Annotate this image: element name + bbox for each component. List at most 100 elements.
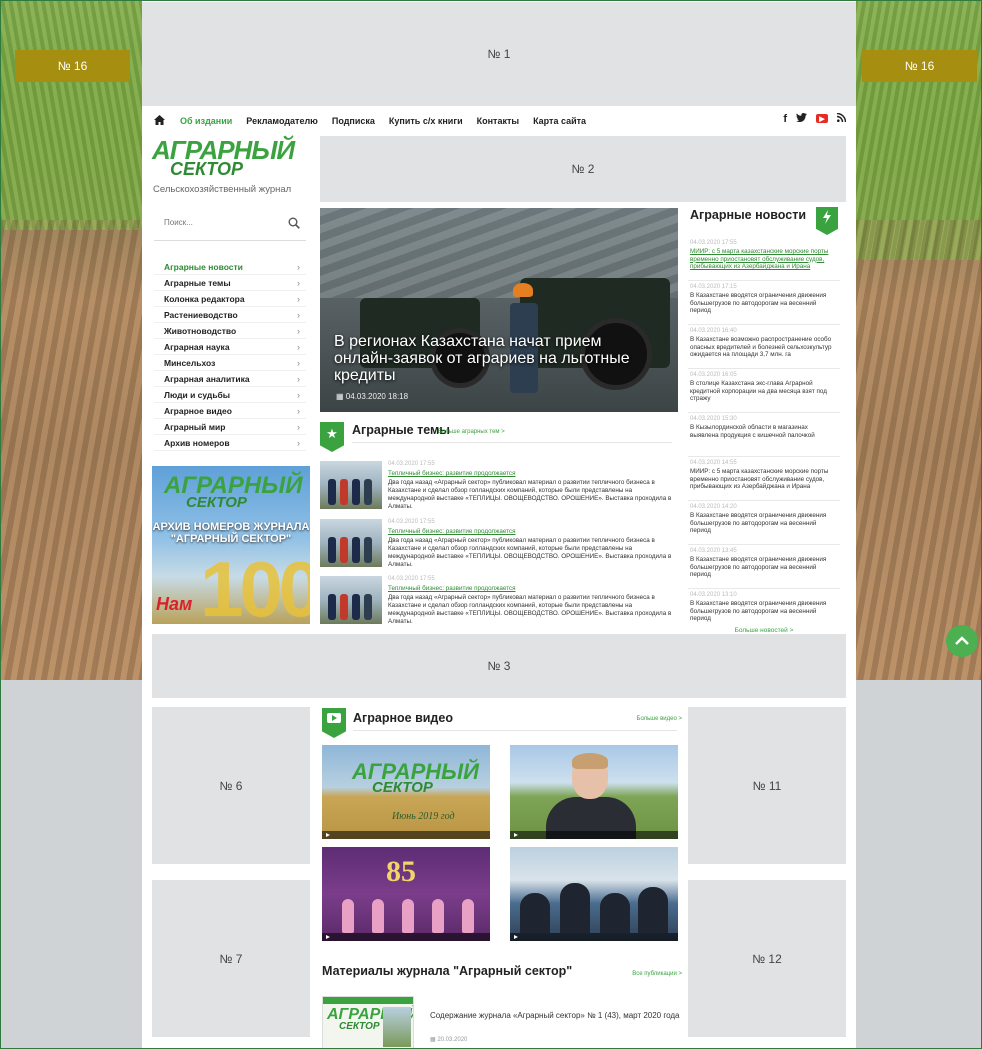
theme-thumbnail[interactable] bbox=[320, 519, 382, 567]
video-thumbnail[interactable]: 85 bbox=[322, 847, 490, 941]
star-icon: ★ bbox=[320, 422, 344, 452]
theme-title[interactable]: Тепличный бизнес: развитие продолжается bbox=[388, 528, 516, 535]
theme-item[interactable]: 04.03.2020 17:55 Тепличный бизнес: разви… bbox=[320, 461, 680, 511]
news-date: 04.03.2020 14:55 bbox=[690, 460, 737, 466]
theme-item[interactable]: 04.03.2020 17:55 Тепличный бизнес: разви… bbox=[320, 576, 680, 626]
video-controls[interactable] bbox=[322, 831, 490, 839]
theme-item[interactable]: 04.03.2020 17:55 Тепличный бизнес: разви… bbox=[320, 519, 680, 569]
side-ad-right[interactable]: № 16 bbox=[862, 50, 977, 82]
video-play-icon bbox=[322, 708, 346, 738]
video-more-link[interactable]: Больше видео > bbox=[637, 716, 682, 722]
video-thumbnail[interactable] bbox=[510, 847, 678, 941]
hero-title[interactable]: В регионах Казахстана начат прием онлайн… bbox=[334, 333, 664, 384]
themes-title[interactable]: Аграрные темы bbox=[352, 423, 450, 437]
materials-more-link[interactable]: Все публикации > bbox=[632, 971, 682, 977]
video-number: 85 bbox=[386, 855, 416, 888]
video-controls[interactable] bbox=[322, 933, 490, 941]
sidebar-item-world[interactable]: Аграрный мир › bbox=[154, 419, 306, 435]
news-item[interactable]: 04.03.2020 14:20 В Казахстане вводятся ог… bbox=[688, 501, 840, 545]
news-item[interactable]: 04.03.2020 14:55 МИИР: с 5 марта казахста… bbox=[688, 457, 840, 501]
scroll-to-top-button[interactable] bbox=[946, 625, 978, 657]
search-input[interactable] bbox=[164, 218, 284, 227]
ad-left-1[interactable]: № 6 bbox=[152, 707, 310, 864]
sidebar-item-archive[interactable]: Архив номеров › bbox=[154, 435, 306, 451]
video-thumbnail[interactable]: АГРАРНЫЙ СЕКТОР Июнь 2019 год bbox=[322, 745, 490, 839]
sidebar-item-agrarian-news[interactable]: Аграрные новости › bbox=[154, 259, 306, 275]
video-person bbox=[560, 883, 590, 933]
calendar-icon: ▦ bbox=[336, 392, 344, 401]
sidebar-item-agrarian-themes[interactable]: Аграрные темы › bbox=[154, 275, 306, 291]
nav-buy-books[interactable]: Купить с/х книги bbox=[389, 116, 463, 126]
sidebar-item-livestock[interactable]: Животноводство › bbox=[154, 323, 306, 339]
news-text[interactable]: МИИР: с 5 марта казахстанские морские по… bbox=[690, 248, 838, 271]
nav-advertisers[interactable]: Рекламодателю bbox=[246, 116, 318, 126]
home-icon[interactable] bbox=[154, 114, 166, 128]
twitter-icon[interactable] bbox=[796, 113, 807, 125]
news-item[interactable]: 04.03.2020 15:30 В Кызылординской области… bbox=[688, 413, 840, 457]
news-text[interactable]: В Казахстане вводятся ограничения движен… bbox=[690, 292, 838, 315]
hero-date: ▦ 04.03.2020 18:18 bbox=[336, 392, 408, 401]
theme-thumbnail[interactable] bbox=[320, 576, 382, 624]
sidebar-item-video[interactable]: Аграрное видео › bbox=[154, 403, 306, 419]
theme-thumbnail[interactable] bbox=[320, 461, 382, 509]
news-text[interactable]: МИИР: с 5 марта казахстанские морские по… bbox=[690, 468, 838, 491]
sidebar-item-ministry[interactable]: Минсельхоз › bbox=[154, 355, 306, 371]
magazine-cover-bar bbox=[323, 997, 413, 1004]
news-item[interactable]: 04.03.2020 16:05 В столице Казахстана экс… bbox=[688, 369, 840, 413]
news-text[interactable]: В Казахстане вводятся ограничения движен… bbox=[690, 512, 838, 535]
ad-left-2[interactable]: № 7 bbox=[152, 880, 310, 1037]
archive-banner-text: АРХИВ НОМЕРОВ ЖУРНАЛА "АГРАРНЫЙ СЕКТОР" bbox=[152, 521, 310, 545]
chevron-right-icon: › bbox=[297, 325, 300, 336]
news-item[interactable]: 04.03.2020 17:15 В Казахстане вводятся ог… bbox=[688, 281, 840, 325]
background-grass-left bbox=[0, 0, 160, 230]
theme-title[interactable]: Тепличный бизнес: развитие продолжается bbox=[388, 585, 516, 592]
ad-top[interactable]: № 1 bbox=[142, 2, 856, 106]
news-title[interactable]: Аграрные новости bbox=[690, 208, 806, 222]
news-text[interactable]: В Кызылординской области в магазинах выя… bbox=[690, 424, 838, 439]
sidebar-item-label: Аграрная аналитика bbox=[164, 373, 250, 384]
archive-banner-nam: Нам bbox=[156, 594, 193, 614]
news-text[interactable]: В столице Казахстана экс-глава Аграрной … bbox=[690, 380, 838, 403]
sidebar-item-label: Минсельхоз bbox=[164, 357, 216, 368]
news-text[interactable]: В Казахстане вводятся ограничения движен… bbox=[690, 600, 838, 623]
sidebar-item-editor-column[interactable]: Колонка редактора › bbox=[154, 291, 306, 307]
ad-right-2[interactable]: № 12 bbox=[688, 880, 846, 1037]
sidebar-item-agrarian-science[interactable]: Аграрная наука › bbox=[154, 339, 306, 355]
news-item[interactable]: 04.03.2020 17:55 МИИР: с 5 марта казахста… bbox=[688, 237, 840, 281]
sidebar-item-analytics[interactable]: Аграрная аналитика › bbox=[154, 371, 306, 387]
nav-about[interactable]: Об издании bbox=[180, 116, 232, 126]
chevron-right-icon: › bbox=[297, 293, 300, 304]
rss-icon[interactable] bbox=[836, 112, 847, 125]
video-controls[interactable] bbox=[510, 933, 678, 941]
theme-title[interactable]: Тепличный бизнес: развитие продолжается bbox=[388, 470, 516, 477]
magazine-cover[interactable]: АГРАРНЫЙ СЕКТОР bbox=[322, 996, 414, 1049]
nav-subscription[interactable]: Подписка bbox=[332, 116, 375, 126]
archive-banner[interactable]: АГРАРНЫЙ СЕКТОР АРХИВ НОМЕРОВ ЖУРНАЛА "А… bbox=[152, 466, 310, 624]
sidebar-item-label: Аграрный мир bbox=[164, 421, 226, 432]
ad-middle[interactable]: № 3 bbox=[152, 634, 846, 698]
video-title[interactable]: Аграрное видео bbox=[353, 711, 453, 725]
youtube-icon[interactable]: ▶ bbox=[816, 114, 828, 123]
news-item[interactable]: 04.03.2020 16:40 В Казахстане возможно ра… bbox=[688, 325, 840, 369]
news-text[interactable]: В Казахстане вводятся ограничения движен… bbox=[690, 556, 838, 579]
ad-header[interactable]: № 2 bbox=[320, 136, 846, 202]
news-more-link[interactable]: Больше новостей > bbox=[688, 627, 840, 634]
news-item[interactable]: 04.03.2020 13:45 В Казахстане вводятся ог… bbox=[688, 545, 840, 589]
news-item[interactable]: 04.03.2020 13:10 В Казахстане вводятся ог… bbox=[688, 589, 840, 622]
nav-contacts[interactable]: Контакты bbox=[477, 116, 519, 126]
sidebar-item-crop-farming[interactable]: Растениеводство › bbox=[154, 307, 306, 323]
ad-right-1[interactable]: № 11 bbox=[688, 707, 846, 864]
video-thumbnail[interactable] bbox=[510, 745, 678, 839]
chevron-right-icon: › bbox=[297, 405, 300, 416]
nav-sitemap[interactable]: Карта сайта bbox=[533, 116, 586, 126]
video-controls[interactable] bbox=[510, 831, 678, 839]
materials-item-title[interactable]: Содержание журнала «Аграрный сектор» № 1… bbox=[430, 1010, 680, 1021]
side-ad-left[interactable]: № 16 bbox=[15, 50, 130, 82]
news-text[interactable]: В Казахстане возможно распространение ос… bbox=[690, 336, 838, 359]
materials-title[interactable]: Материалы журнала "Аграрный сектор" bbox=[322, 964, 572, 978]
sidebar-item-people[interactable]: Люди и судьбы › bbox=[154, 387, 306, 403]
facebook-icon[interactable]: f bbox=[783, 113, 787, 125]
search-icon[interactable] bbox=[288, 216, 300, 229]
hero-article[interactable]: В регионах Казахстана начат прием онлайн… bbox=[320, 208, 678, 412]
themes-more-link[interactable]: Больше аграрных тем > bbox=[438, 429, 505, 435]
